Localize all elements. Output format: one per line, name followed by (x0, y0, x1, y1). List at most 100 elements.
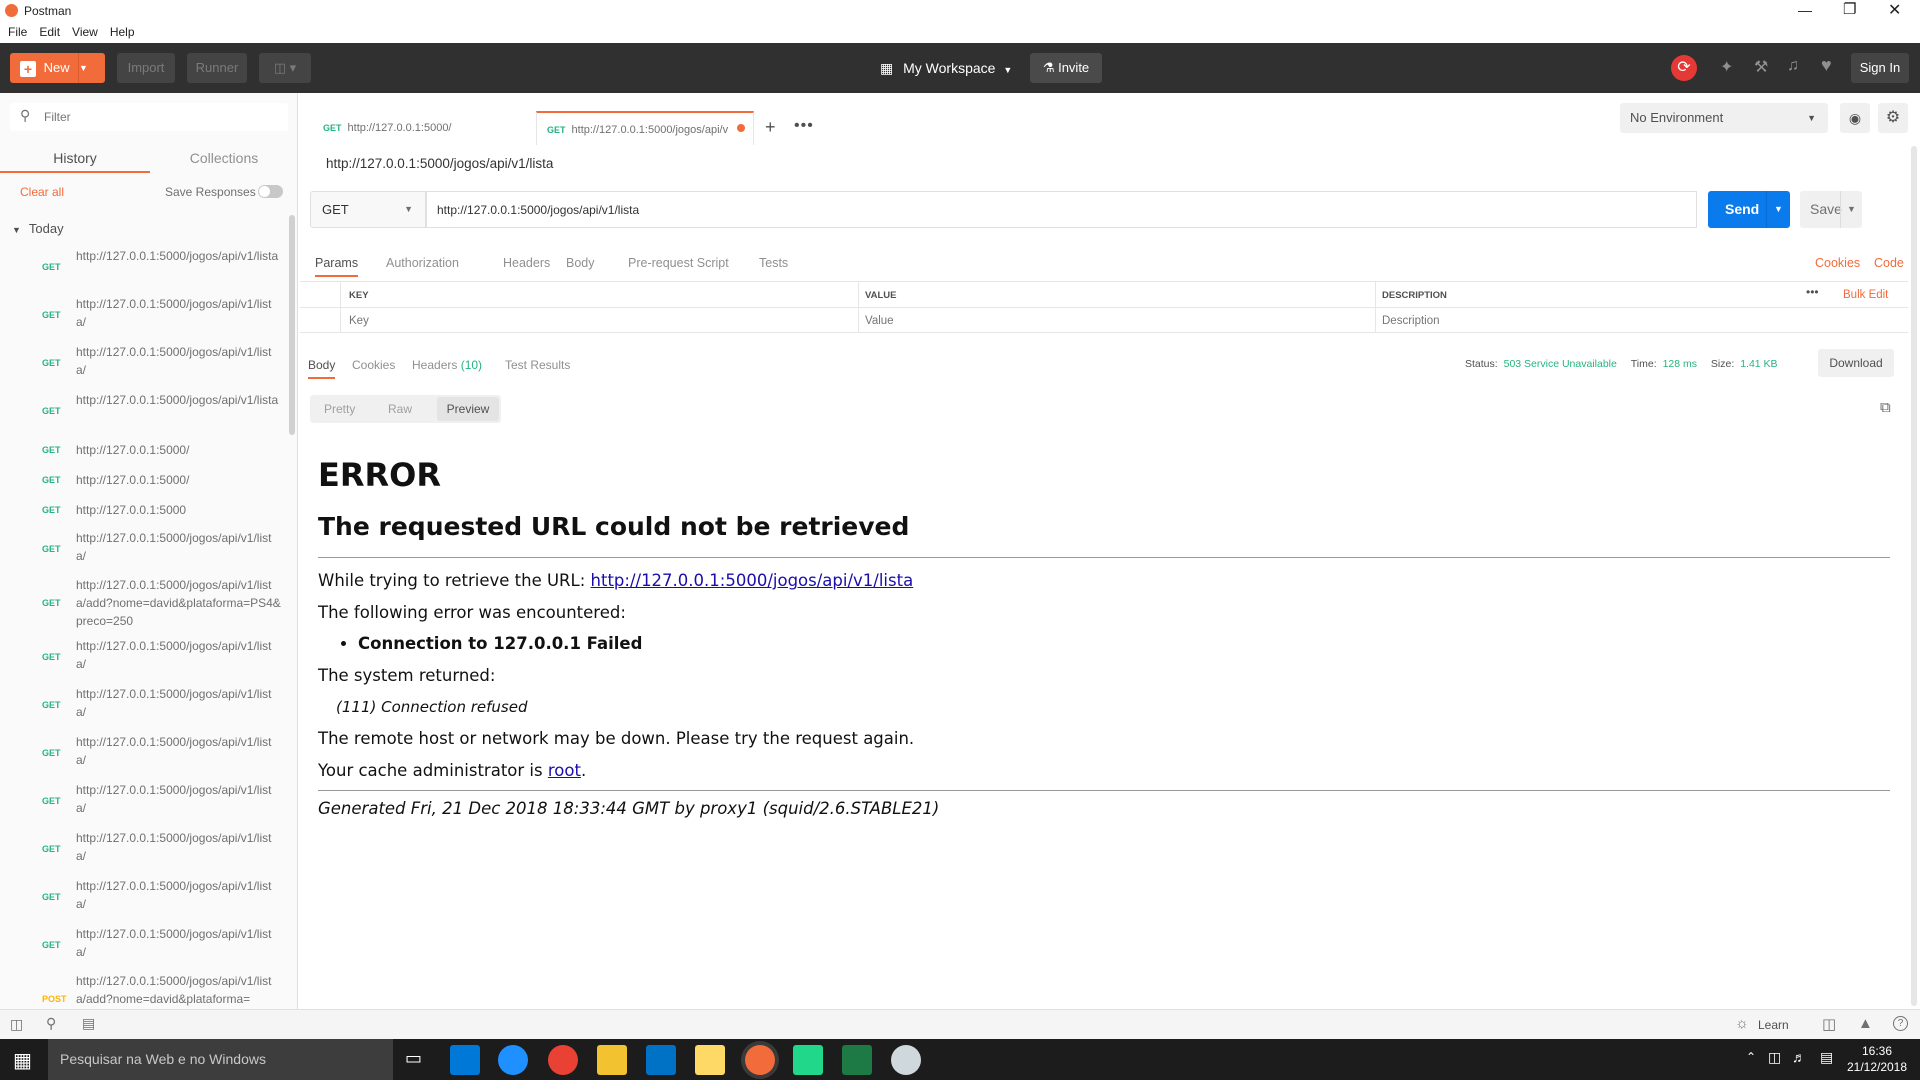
chevron-down-icon[interactable]: ▼ (1840, 191, 1862, 228)
tab-history[interactable]: History (0, 143, 150, 173)
outlook-icon[interactable] (646, 1045, 676, 1075)
windows-start-icon[interactable]: ▦ (13, 1048, 32, 1073)
history-item[interactable]: GET http://127.0.0.1:5000 (0, 495, 285, 525)
view-mode-raw[interactable]: Raw (388, 402, 412, 416)
menu-help[interactable]: Help (110, 22, 135, 43)
add-tab-icon[interactable]: + (765, 117, 776, 138)
find-icon[interactable]: ⚲ (46, 1015, 56, 1032)
history-item[interactable]: GET http://127.0.0.1:5000/jogos/api/v1/li… (0, 243, 285, 291)
history-item[interactable]: POST http://127.0.0.1:5000/jogos/api/v1/l… (0, 969, 285, 1009)
history-item[interactable]: GET http://127.0.0.1:5000/jogos/api/v1/li… (0, 633, 285, 681)
request-tab-active[interactable]: GET http://127.0.0.1:5000/jogos/api/v (536, 111, 754, 145)
lightbulb-icon[interactable]: ☼ (1735, 1015, 1749, 1032)
postman-taskbar-icon[interactable] (745, 1045, 775, 1075)
edge-icon[interactable] (498, 1045, 528, 1075)
workspace-selector[interactable]: ▦ My Workspace ▼ (880, 53, 1012, 83)
view-mode-preview[interactable]: Preview (437, 397, 499, 421)
save-responses-toggle[interactable] (258, 185, 283, 198)
tray-chevron-icon[interactable]: ⌃ (1746, 1050, 1756, 1064)
excel-icon[interactable] (842, 1045, 872, 1075)
menu-edit[interactable]: Edit (39, 22, 60, 43)
save-button[interactable]: Save ▼ (1800, 191, 1862, 228)
code-link[interactable]: Code (1874, 256, 1904, 270)
restore-icon[interactable]: ❐ (1843, 0, 1856, 18)
pycharm-icon[interactable] (793, 1045, 823, 1075)
history-item[interactable]: GET http://127.0.0.1:5000/jogos/api/v1/li… (0, 681, 285, 729)
menu-file[interactable]: File (8, 22, 27, 43)
environment-select[interactable]: No Environment ▼ (1620, 103, 1828, 133)
cache-admin-link[interactable]: root (548, 761, 581, 780)
sidebar-toggle-icon[interactable]: ◫ (10, 1016, 23, 1033)
bootcamp-icon[interactable]: ▲ (1858, 1015, 1873, 1032)
satellite-icon[interactable]: ✦ (1720, 57, 1733, 77)
eye-button[interactable]: ◉ (1840, 103, 1870, 133)
param-value-input[interactable] (865, 313, 1365, 329)
url-input[interactable] (426, 191, 1697, 228)
close-icon[interactable]: ✕ (1888, 0, 1901, 20)
minimize-icon[interactable]: — (1798, 2, 1812, 18)
invite-button[interactable]: ⚗ Invite (1030, 53, 1102, 83)
send-button[interactable]: Send ▼ (1708, 191, 1790, 228)
learn-label[interactable]: Learn (1758, 1018, 1789, 1032)
tab-prerequest-script[interactable]: Pre-request Script (628, 256, 729, 270)
history-item[interactable]: GET http://127.0.0.1:5000/ (0, 435, 285, 465)
chevron-down-icon[interactable]: ▼ (78, 53, 105, 83)
history-item[interactable]: GET http://127.0.0.1:5000/jogos/api/v1/li… (0, 825, 285, 873)
signin-button[interactable]: Sign In (1851, 53, 1909, 83)
chrome-icon[interactable] (548, 1045, 578, 1075)
bulk-edit-link[interactable]: Bulk Edit (1843, 289, 1888, 301)
console-icon[interactable]: ▤ (82, 1015, 95, 1032)
taskbar-clock[interactable]: 16:36 21/12/2018 (1842, 1043, 1912, 1075)
more-tabs-icon[interactable]: ••• (794, 117, 814, 135)
folder-icon[interactable] (695, 1045, 725, 1075)
heart-icon[interactable]: ♥ (1821, 55, 1832, 76)
param-key-input[interactable] (349, 313, 849, 329)
sidebar-scrollbar[interactable] (289, 215, 295, 435)
new-window-button[interactable]: ◫ ▾ (259, 53, 311, 83)
clear-all-link[interactable]: Clear all (20, 185, 64, 199)
store-icon[interactable] (450, 1045, 480, 1075)
download-button[interactable]: Download (1818, 349, 1894, 377)
response-tab-headers[interactable]: Headers (10) (412, 358, 482, 372)
bell-icon[interactable]: ♫ (1787, 57, 1799, 75)
network-icon[interactable]: ◫ (1768, 1049, 1781, 1066)
retrieve-url-link[interactable]: http://127.0.0.1:5000/jogos/api/v1/lista (591, 571, 914, 590)
tab-params[interactable]: Params (315, 256, 359, 277)
history-item[interactable]: GET http://127.0.0.1:5000/ (0, 465, 285, 495)
volume-icon[interactable]: ♬ (1792, 1049, 1806, 1065)
more-options-icon[interactable]: ••• (1806, 285, 1819, 299)
main-scrollbar[interactable] (1911, 146, 1917, 1006)
tab-tests[interactable]: Tests (759, 256, 788, 270)
taskbar-search[interactable]: Pesquisar na Web e no Windows (48, 1039, 393, 1080)
history-item[interactable]: GET http://127.0.0.1:5000/jogos/api/v1/li… (0, 387, 285, 435)
filter-box[interactable]: ⚲ (10, 103, 288, 131)
tab-collections[interactable]: Collections (150, 143, 297, 173)
response-tab-test-results[interactable]: Test Results (505, 358, 570, 372)
wrench-icon[interactable]: ⚒ (1754, 57, 1768, 77)
tab-authorization[interactable]: Authorization (386, 256, 459, 270)
chevron-down-icon[interactable]: ▼ (1766, 191, 1790, 228)
runner-button[interactable]: Runner (187, 53, 247, 83)
tab-body[interactable]: Body (566, 256, 595, 270)
history-item[interactable]: GET http://127.0.0.1:5000/jogos/api/v1/li… (0, 873, 285, 921)
view-mode-pretty[interactable]: Pretty (324, 402, 355, 416)
response-tab-cookies[interactable]: Cookies (352, 358, 395, 372)
help-icon[interactable]: ? (1893, 1016, 1908, 1031)
task-view-icon[interactable]: ▭ (405, 1048, 422, 1069)
history-item[interactable]: GET http://127.0.0.1:5000/jogos/api/v1/li… (0, 729, 285, 777)
history-item[interactable]: GET http://127.0.0.1:5000/jogos/api/v1/li… (0, 777, 285, 825)
tab-headers[interactable]: Headers (503, 256, 550, 270)
history-item[interactable]: GET http://127.0.0.1:5000/jogos/api/v1/li… (0, 573, 285, 633)
file-explorer-icon[interactable] (597, 1045, 627, 1075)
copy-icon[interactable]: ⧉ (1880, 399, 1891, 416)
request-tab[interactable]: GET http://127.0.0.1:5000/ (323, 111, 548, 145)
filter-input[interactable] (44, 107, 274, 127)
history-item[interactable]: GET http://127.0.0.1:5000/jogos/api/v1/li… (0, 921, 285, 969)
param-description-input[interactable] (1382, 313, 1882, 329)
paint-icon[interactable] (891, 1045, 921, 1075)
import-button[interactable]: Import (117, 53, 175, 83)
new-button[interactable]: + New ▼ (10, 53, 105, 83)
settings-button[interactable]: ⚙ (1878, 103, 1908, 133)
notification-icon[interactable]: ▤ (1820, 1049, 1833, 1066)
response-tab-body[interactable]: Body (308, 358, 336, 379)
